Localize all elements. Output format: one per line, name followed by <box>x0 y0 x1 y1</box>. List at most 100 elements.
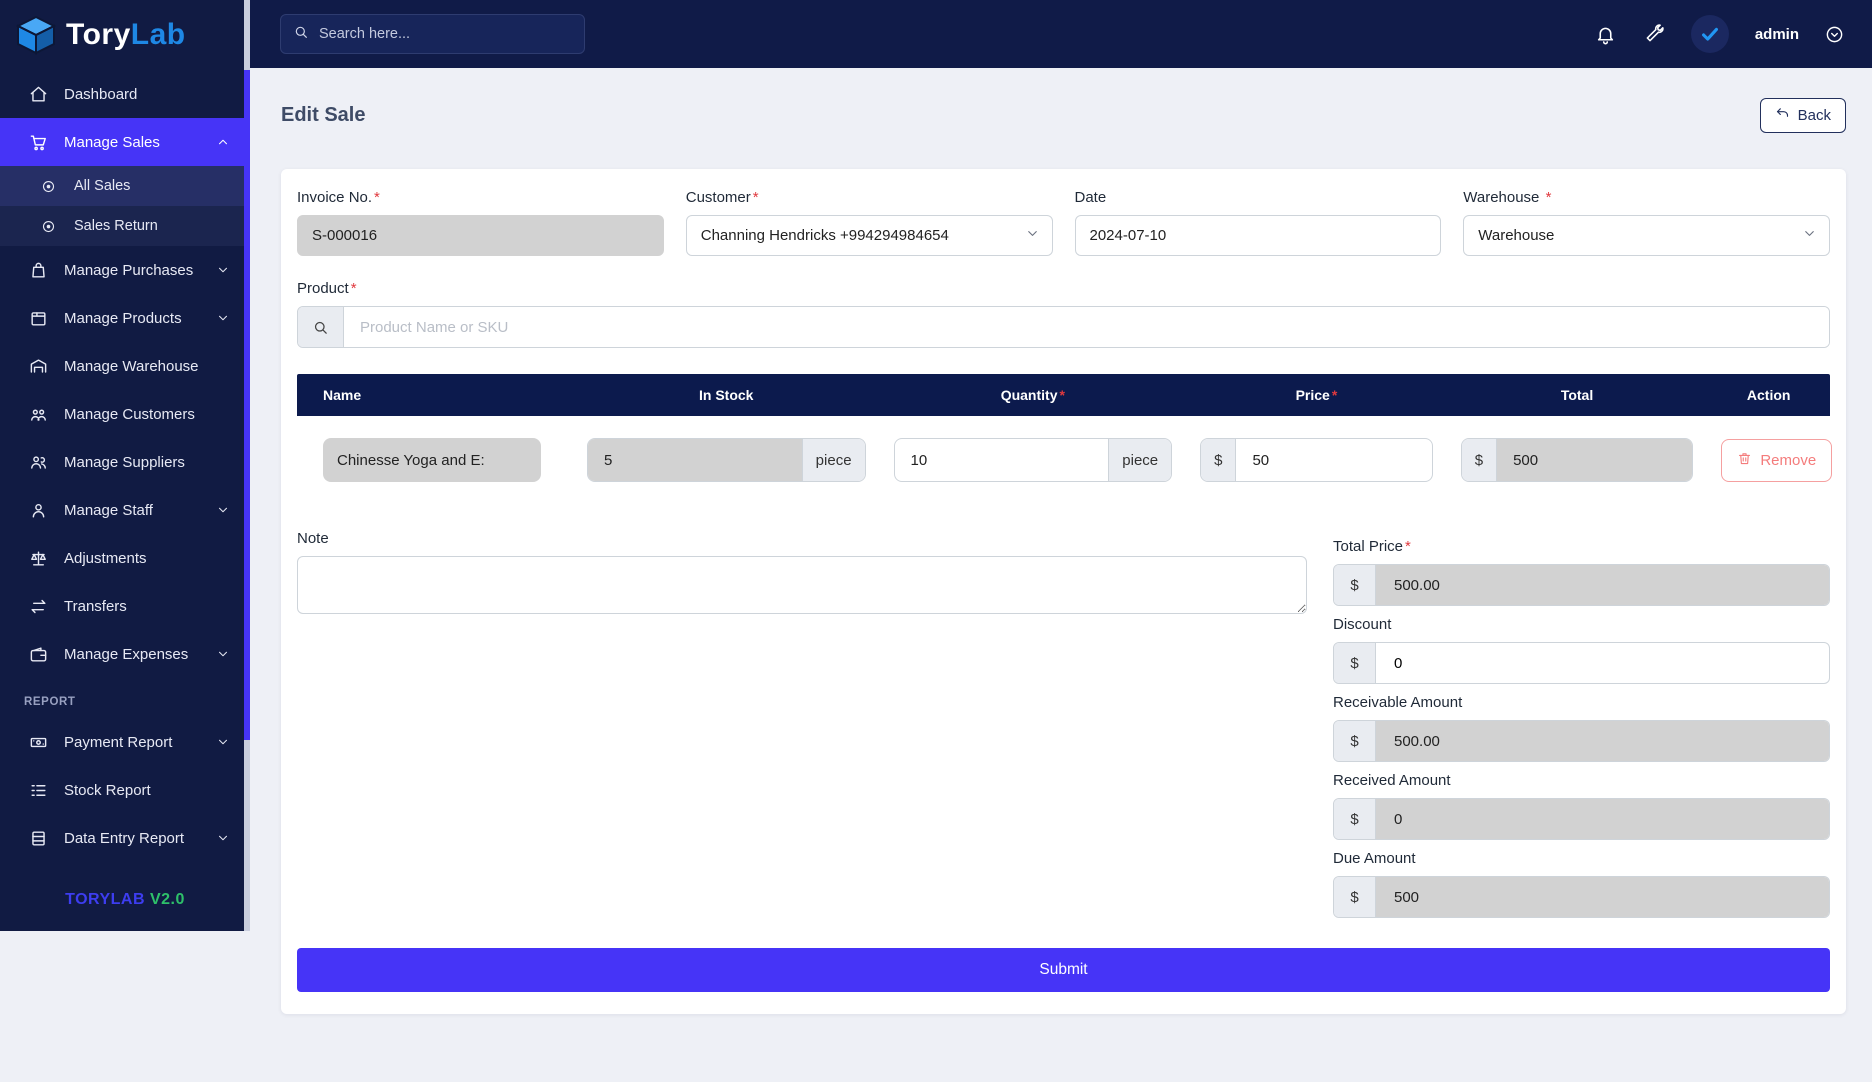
table-row: 5 piece piece $ <box>297 416 1833 506</box>
sidebar-item-stock-report[interactable]: Stock Report <box>0 766 250 814</box>
in-stock-value: 5 <box>587 439 802 481</box>
total-price-label: Total Price * <box>1333 538 1411 555</box>
unit-addon: piece <box>1108 439 1172 481</box>
warehouse-select[interactable]: Warehouse <box>1463 215 1830 256</box>
quantity-input[interactable] <box>910 451 1093 469</box>
header-action: Action <box>1707 374 1830 416</box>
person-icon <box>28 500 48 520</box>
document-icon <box>28 828 48 848</box>
sidebar-item-adjustments[interactable]: Adjustments <box>0 534 250 582</box>
sidebar-item-dashboard[interactable]: Dashboard <box>0 70 250 118</box>
avatar[interactable] <box>1690 15 1729 53</box>
total-price-field: Total Price * $ 500.00 <box>1333 538 1830 606</box>
note-textarea[interactable] <box>297 556 1307 614</box>
scrollbar-thumb[interactable] <box>244 70 250 740</box>
header-price: Price * <box>1186 374 1447 416</box>
sidebar-item-all-sales[interactable]: All Sales <box>0 166 250 206</box>
invoice-field-group: Invoice No. * <box>297 189 664 256</box>
shopping-bag-icon <box>28 260 48 280</box>
customer-label: Customer * <box>685 189 759 206</box>
sidebar-item-transfers[interactable]: Transfers <box>0 582 250 630</box>
sidebar-item-data-entry-report[interactable]: Data Entry Report <box>0 814 250 862</box>
due-amount-field: Due Amount $ 500 <box>1333 850 1830 918</box>
chevron-down-icon <box>216 503 230 517</box>
received-amount-value: 0 <box>1376 799 1829 839</box>
date-input[interactable] <box>1074 215 1442 256</box>
invoice-input <box>297 215 664 256</box>
required-asterisk: * <box>1059 387 1065 403</box>
note-field-group: Note <box>297 530 1307 928</box>
required-asterisk: * <box>374 189 380 206</box>
cart-icon <box>28 132 48 152</box>
account-chevron-down-icon[interactable] <box>1825 25 1844 44</box>
quantity-group: piece <box>893 438 1173 482</box>
search-input[interactable] <box>319 26 572 42</box>
currency-addon: $ <box>1201 439 1237 481</box>
discount-input[interactable] <box>1394 654 1811 672</box>
unit-addon: piece <box>801 439 865 481</box>
chevron-down-icon <box>216 263 230 277</box>
chevron-down-icon <box>216 735 230 749</box>
receivable-amount-field: Receivable Amount $ 500.00 <box>1333 694 1830 762</box>
customer-select[interactable]: Channing Hendricks +994294984654 <box>685 215 1053 256</box>
totals-panel: Total Price* $ 500.00 Discount $ Receiva… <box>1333 530 1830 928</box>
report-section-label: REPORT <box>24 696 76 708</box>
total-price-value: 500.00 <box>1376 565 1829 605</box>
banknote-icon <box>28 732 48 752</box>
total-group: $ 500 <box>1460 438 1694 482</box>
price-input[interactable] <box>1252 451 1416 469</box>
date-label: Date <box>1074 189 1107 206</box>
search-icon <box>298 307 344 347</box>
chevron-down-icon <box>216 647 230 661</box>
required-asterisk: * <box>350 280 357 297</box>
currency-addon: $ <box>1461 439 1498 481</box>
currency-addon: $ <box>1334 877 1376 917</box>
header-name: Name <box>297 374 573 416</box>
header-in-stock: In Stock <box>572 374 880 416</box>
topbar: admin <box>250 0 1872 68</box>
product-search-input[interactable] <box>344 307 1829 347</box>
submit-button[interactable]: Submit <box>297 948 1830 992</box>
username: admin <box>1754 25 1799 43</box>
search-icon <box>293 24 309 45</box>
customer-field-group: Customer * Channing Hendricks +9942949846… <box>685 189 1053 256</box>
in-stock-group: 5 piece <box>586 438 866 482</box>
sidebar-item-manage-purchases[interactable]: Manage Purchases <box>0 246 250 294</box>
sidebar-item-manage-warehouse[interactable]: Manage Warehouse <box>0 342 250 390</box>
wrench-icon[interactable] <box>1643 23 1665 45</box>
bell-icon[interactable] <box>1595 23 1617 45</box>
chevron-up-icon <box>216 135 230 149</box>
table-header-row: Name In Stock Quantity * Price * Total Act… <box>297 374 1830 416</box>
app-title: ToryLab <box>66 18 186 51</box>
edit-sale-card: Invoice No.* Customer* Channing Hendrick… <box>281 169 1846 1014</box>
sale-items-table: Name In Stock Quantity * Price * Total Act… <box>297 374 1833 506</box>
app-logo[interactable]: ToryLab <box>0 0 250 66</box>
sidebar-item-manage-sales[interactable]: Manage Sales <box>0 118 250 166</box>
invoice-label: Invoice No. * <box>297 189 380 206</box>
date-field-group: Date <box>1074 189 1442 256</box>
sidebar-item-manage-suppliers[interactable]: Manage Suppliers <box>0 438 250 486</box>
list-icon <box>28 780 48 800</box>
circle-dot-icon <box>38 176 58 196</box>
product-search[interactable] <box>297 306 1830 348</box>
global-search[interactable] <box>280 14 585 54</box>
sidebar-item-manage-expenses[interactable]: Manage Expenses <box>0 630 250 678</box>
received-amount-field: Received Amount $ 0 <box>1333 772 1830 840</box>
sidebar-item-sales-return[interactable]: Sales Return <box>0 206 250 246</box>
sidebar-item-manage-customers[interactable]: Manage Customers <box>0 390 250 438</box>
back-button[interactable]: Back <box>1759 98 1846 133</box>
remove-button[interactable]: Remove <box>1721 438 1833 482</box>
product-label: Product * <box>297 280 357 297</box>
topbar-actions: admin <box>1595 15 1844 53</box>
back-arrow-icon <box>1775 106 1790 125</box>
sidebar-item-manage-staff[interactable]: Manage Staff <box>0 486 250 534</box>
transfer-arrows-icon <box>28 596 48 616</box>
discount-label: Discount <box>1333 616 1392 633</box>
due-amount-label: Due Amount <box>1333 850 1416 867</box>
sidebar-item-payment-report[interactable]: Payment Report <box>0 718 250 766</box>
sidebar-scrollbar[interactable] <box>244 0 250 931</box>
row-total-value: 500 <box>1497 439 1693 481</box>
discount-field: Discount $ <box>1333 616 1830 684</box>
sidebar-item-manage-products[interactable]: Manage Products <box>0 294 250 342</box>
home-icon <box>28 84 48 104</box>
